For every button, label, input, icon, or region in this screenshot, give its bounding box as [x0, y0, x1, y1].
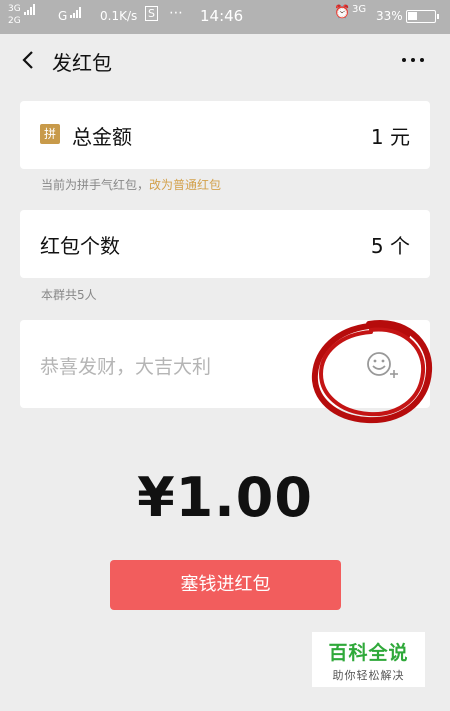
notification-icon: S [145, 6, 158, 21]
annotation-circle [311, 320, 433, 424]
battery-percent: 33% [376, 9, 403, 23]
send-red-packet-button[interactable]: 塞钱进红包 [110, 560, 341, 610]
signal-icon [24, 4, 35, 15]
packet-count-value[interactable]: 5 个 [371, 230, 410, 259]
status-bar: 3G 2G G 0.1K/s S ⋯ 14:46 ⏰ 3G 33% [0, 0, 450, 34]
network-type-label-g: G [58, 9, 68, 23]
network-type-label-3g: 3G [352, 4, 367, 15]
greeting-input[interactable]: 恭喜发财，大吉大利 [40, 352, 211, 379]
lucky-badge-icon: 拼 [40, 124, 60, 144]
watermark-title: 百科全说 [328, 642, 409, 664]
clock: 14:46 [200, 7, 244, 25]
group-member-count: 本群共5人 [41, 288, 97, 302]
alarm-icon: ⏰ [334, 5, 351, 20]
page-title: 发红包 [52, 51, 112, 75]
back-arrow-icon[interactable] [20, 50, 36, 70]
switch-to-normal-link[interactable]: 改为普通红包 [149, 178, 221, 192]
network-speed: 0.1K/s [100, 9, 138, 23]
total-amount-card[interactable]: 拼 总金额 1 元 [20, 101, 430, 169]
amount-display: ¥1.00 [137, 466, 313, 529]
more-options-icon[interactable] [402, 58, 424, 62]
network-type-label: 3G 2G [8, 4, 21, 26]
more-notifications-icon: ⋯ [169, 5, 183, 21]
total-amount-value[interactable]: 1 元 [371, 121, 410, 150]
packet-count-label: 红包个数 [40, 234, 120, 258]
battery-icon [406, 10, 439, 23]
total-amount-label: 总金额 [72, 125, 132, 149]
packet-count-card[interactable]: 红包个数 5 个 [20, 210, 430, 278]
watermark-subtitle: 助你轻松解决 [332, 669, 405, 682]
nav-bar: 发红包 [0, 34, 450, 86]
watermark-logo: 百科全说 助你轻松解决 [312, 632, 425, 687]
signal-icon [70, 7, 81, 18]
packet-type-hint: 当前为拼手气红包，改为普通红包 [41, 178, 222, 192]
